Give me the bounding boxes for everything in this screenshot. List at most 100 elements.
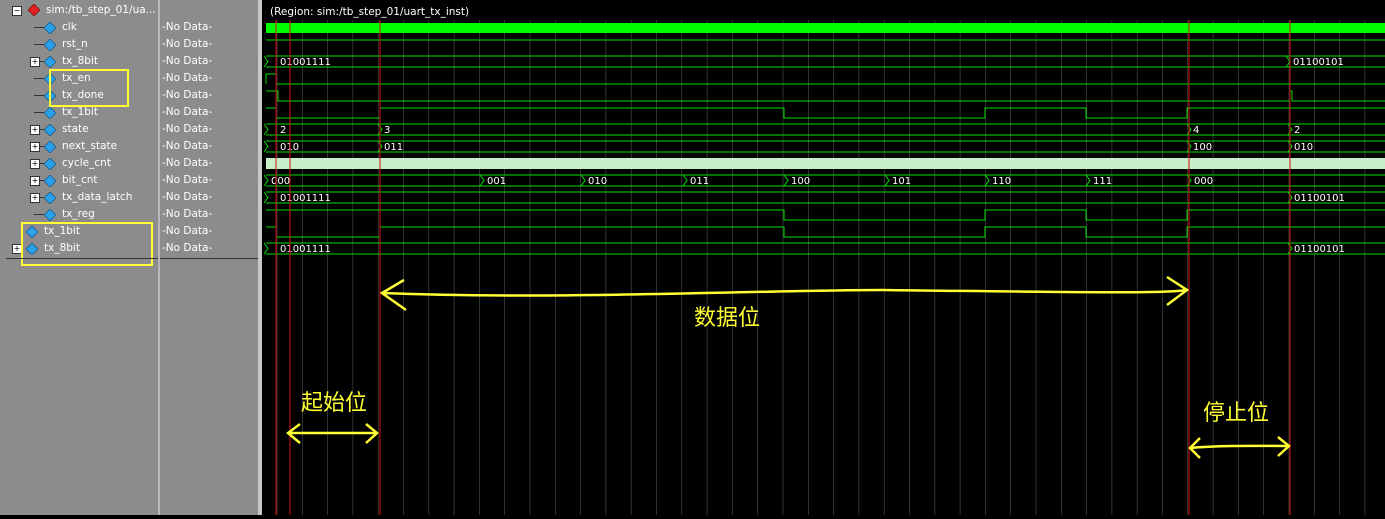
signal-value: -No Data- — [162, 89, 213, 101]
bus-value-label: 001 — [487, 176, 506, 187]
bus-value-label: 000 — [271, 176, 290, 187]
bus-transition — [682, 174, 688, 187]
bus-value-label: 01100101 — [1294, 193, 1345, 204]
bus-transition — [479, 174, 485, 187]
clk-band — [266, 23, 1385, 33]
signal-name-bit-cnt[interactable]: bit_cnt — [62, 172, 98, 189]
bus-transition — [263, 123, 269, 136]
expand-plus-icon[interactable]: + — [30, 125, 40, 135]
signal-value: -No Data- — [162, 72, 213, 84]
signal-trace — [265, 73, 1385, 85]
cycle-cnt-band — [266, 158, 1385, 169]
bus-transition — [1285, 55, 1291, 68]
bus-value-label: 01001111 — [280, 244, 331, 255]
signal-wave-icon — [44, 175, 56, 187]
signal-traces: 01100101 01001111 2 3 4 2 010 011 100 010 000 001 01… — [263, 23, 1385, 255]
signal-trace — [266, 226, 1385, 238]
signal-value: -No Data- — [162, 38, 213, 50]
row-divider — [160, 258, 258, 259]
expand-plus-icon[interactable]: + — [30, 176, 40, 186]
bus-value-label: 01001111 — [280, 57, 331, 68]
signal-trace — [266, 209, 1385, 221]
signal-name-state[interactable]: state — [62, 121, 89, 138]
signal-wave-icon — [44, 56, 56, 68]
bus-value-label: 2 — [1294, 125, 1300, 136]
signal-wave-icon — [44, 22, 56, 34]
expand-plus-icon[interactable]: + — [30, 142, 40, 152]
signal-value: -No Data- — [162, 174, 213, 186]
bus-value-label: 011 — [690, 176, 709, 187]
signal-wave-icon — [44, 124, 56, 136]
expand-plus-icon[interactable]: + — [30, 57, 40, 67]
tree-connector — [34, 44, 44, 45]
bus-value-label: 4 — [1193, 125, 1199, 136]
bus-value-label: 3 — [384, 125, 390, 136]
signal-name-clk[interactable]: clk — [62, 19, 77, 36]
highlight-box-top-signals — [21, 222, 153, 266]
signal-wave-icon — [44, 209, 56, 221]
highlight-box-tx-en-done — [49, 69, 129, 107]
signal-name-panel: − sim:/tb_step_01/ua... clk rst_n + tx_8bit… — [0, 0, 160, 515]
tree-connector — [34, 78, 44, 79]
signal-value: -No Data- — [162, 242, 213, 254]
bus-transition — [263, 191, 269, 204]
bus-value-label: 01100101 — [1293, 57, 1344, 68]
signal-wave-icon — [44, 107, 56, 119]
waveform-canvas[interactable]: 01100101 01001111 2 3 4 2 010 011 100 010 000 001 01… — [262, 0, 1385, 515]
tree-connector — [34, 95, 44, 96]
row-divider — [6, 258, 158, 259]
waveform-panel[interactable]: 01100101 01001111 2 3 4 2 010 011 100 010 000 001 01… — [262, 0, 1385, 515]
signal-name-tx-8bit[interactable]: tx_8bit — [62, 53, 98, 70]
tree-connector — [34, 112, 44, 113]
signal-value: -No Data- — [162, 123, 213, 135]
signal-value: -No Data- — [162, 55, 213, 67]
bus-value-label: 01100101 — [1294, 244, 1345, 255]
signal-trace — [266, 107, 1385, 119]
bus-value-label: 111 — [1093, 176, 1112, 187]
signal-value: -No Data- — [162, 157, 213, 169]
bus-value-label: 010 — [588, 176, 607, 187]
bus-value-label: 000 — [1194, 176, 1213, 187]
root-collapse-icon[interactable]: − — [12, 6, 22, 16]
signal-value: -No Data- — [162, 208, 213, 220]
data-bits-label: 数据位 — [694, 306, 760, 331]
bus-value-label: 110 — [992, 176, 1011, 187]
signal-wave-icon — [44, 39, 56, 51]
bus-value-label: 010 — [1294, 142, 1313, 153]
bus-value-label: 2 — [280, 125, 286, 136]
time-grid — [276, 20, 1366, 515]
signal-value: -No Data- — [162, 21, 213, 33]
data-bits-arrow-shaft — [381, 288, 1188, 297]
signal-value: -No Data- — [162, 191, 213, 203]
bus-transition — [263, 242, 269, 255]
signal-wave-icon — [44, 158, 56, 170]
signal-trace — [266, 90, 1385, 102]
tree-connector — [34, 27, 44, 28]
tree-connector — [34, 214, 44, 215]
bus-value-label: 101 — [892, 176, 911, 187]
bus-value-label: 100 — [1193, 142, 1212, 153]
data-bits-arrow-left-head — [379, 278, 407, 312]
bus-transition — [263, 140, 269, 153]
signal-name-rst-n[interactable]: rst_n — [62, 36, 88, 53]
bus-transition — [263, 55, 269, 68]
signal-wave-icon — [44, 192, 56, 204]
root-instance-label[interactable]: sim:/tb_step_01/ua... — [46, 2, 156, 19]
signal-value-panel: -No Data- -No Data- -No Data- -No Data- -No … — [160, 0, 262, 515]
expand-plus-icon[interactable]: + — [30, 193, 40, 203]
signal-name-tx-data-latch[interactable]: tx_data_latch — [62, 189, 132, 206]
signal-value: -No Data- — [162, 140, 213, 152]
signal-name-tx-reg[interactable]: tx_reg — [62, 206, 95, 223]
expand-plus-icon[interactable]: + — [30, 159, 40, 169]
signal-name-next-state[interactable]: next_state — [62, 138, 117, 155]
signal-value: -No Data- — [162, 225, 213, 237]
root-instance-icon — [28, 4, 40, 16]
signal-name-cycle-cnt[interactable]: cycle_cnt — [62, 155, 111, 172]
start-bit-label: 起始位 — [301, 391, 367, 416]
bus-transition — [263, 174, 269, 187]
signal-value: -No Data- — [162, 106, 213, 118]
bus-transition — [783, 174, 789, 187]
stop-bit-arrow-shaft — [1189, 444, 1290, 450]
bus-transition — [884, 174, 890, 187]
region-label: (Region: sim:/tb_step_01/uart_tx_inst) — [270, 6, 469, 18]
